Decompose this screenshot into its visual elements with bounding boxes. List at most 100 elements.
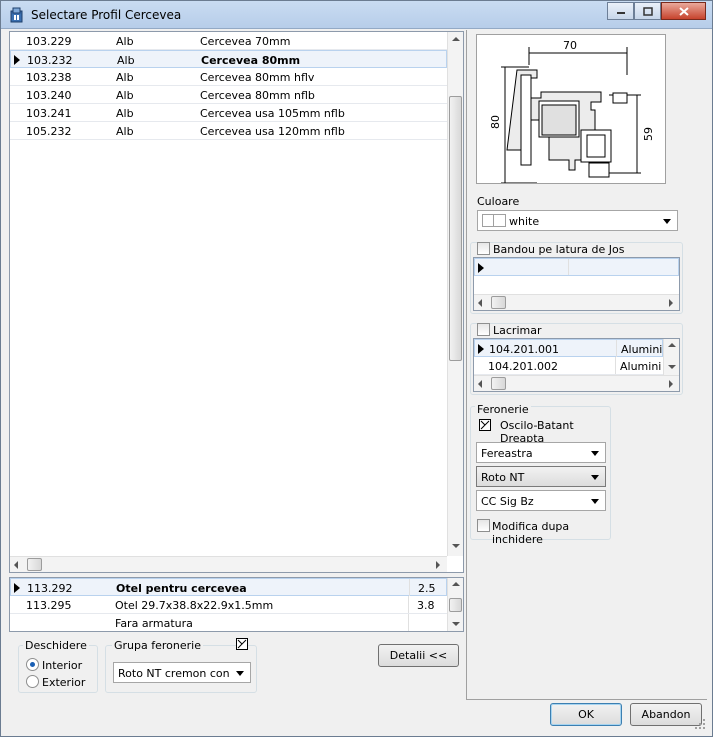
grupa-feronerie-combo[interactable]: Roto NT cremon constant: [113, 662, 251, 683]
combo-value: Fereastra: [481, 447, 533, 460]
table-row[interactable]: 103.241 Alb Cercevea usa 105mm nflb: [10, 104, 447, 122]
scroll-up-icon[interactable]: [668, 343, 676, 347]
culoare-combo[interactable]: white: [477, 210, 678, 231]
table-row[interactable]: 104.201.001 Aluminiu p: [474, 339, 663, 357]
scroll-right-icon[interactable]: [436, 561, 440, 569]
dialog-window: Selectare Profil Cercevea 103.229 Alb Cerc…: [0, 0, 713, 737]
lacrimar-hscrollbar[interactable]: [474, 375, 679, 391]
lacrimar-grid: 104.201.001 Aluminiu p 104.201.002 Aluminiu…: [473, 338, 680, 392]
profiles-hscrollbar[interactable]: [10, 556, 447, 572]
scroll-thumb[interactable]: [449, 598, 462, 612]
bandou-checkbox[interactable]: [477, 242, 490, 255]
hardware-icon[interactable]: [479, 419, 491, 431]
lacrimar-label[interactable]: Lacrimar: [493, 324, 544, 337]
cancel-button[interactable]: Abandon: [630, 703, 702, 726]
panel-splitter[interactable]: [466, 30, 467, 700]
profiles-vscrollbar[interactable]: [447, 32, 463, 556]
scroll-down-icon[interactable]: [452, 544, 460, 548]
ok-button[interactable]: OK: [550, 703, 622, 726]
combo-value: CC Sig Bz: [481, 495, 534, 508]
table-row[interactable]: Fara armatura: [10, 614, 447, 631]
cell-color: Alb: [116, 35, 134, 48]
table-row[interactable]: 105.232 Alb Cercevea usa 120mm nflb: [10, 122, 447, 140]
table-row[interactable]: [474, 258, 679, 276]
dim-inner-text: 59: [642, 127, 655, 141]
radio-exterior[interactable]: [26, 675, 39, 688]
feronerie-combo-3[interactable]: CC Sig Bz: [476, 490, 606, 511]
scroll-right-icon[interactable]: [669, 380, 673, 388]
scroll-up-icon[interactable]: [452, 37, 460, 41]
cell-code: 104.201.001: [489, 343, 559, 356]
scroll-up-icon[interactable]: [452, 582, 460, 586]
scroll-thumb-h[interactable]: [491, 377, 506, 390]
lacrimar-checkbox[interactable]: [477, 323, 490, 336]
cell-name: Fara armatura: [115, 617, 193, 630]
color-swatch: [482, 214, 506, 227]
feronerie-combo-1[interactable]: Fereastra: [476, 442, 606, 463]
culoare-value: white: [509, 215, 540, 228]
scroll-thumb[interactable]: [449, 96, 462, 361]
dropdown-icon: [591, 475, 599, 480]
scroll-right-icon[interactable]: [669, 299, 673, 307]
minimize-icon: [616, 12, 625, 14]
maximize-button[interactable]: [634, 2, 661, 20]
window-title: Selectare Profil Cercevea: [31, 8, 182, 22]
hardware-icon[interactable]: [236, 638, 248, 650]
cell-color: Alb: [116, 125, 134, 138]
cell-name: Otel pentru cercevea: [116, 582, 247, 595]
cell-code: 113.292: [27, 582, 73, 595]
scroll-down-icon[interactable]: [452, 622, 460, 626]
table-row[interactable]: 103.229 Alb Cercevea 70mm: [10, 32, 447, 50]
cell-code: 105.232: [26, 125, 72, 138]
cell-value: 2.5: [418, 582, 436, 595]
table-row[interactable]: 113.292 Otel pentru cercevea 2.5: [10, 578, 447, 596]
scroll-left-icon[interactable]: [14, 561, 18, 569]
dim-width-text: 70: [563, 39, 577, 52]
feronerie-label: Feronerie: [475, 403, 531, 416]
row-divider: [408, 596, 409, 613]
table-row[interactable]: 103.232 Alb Cercevea 80mm: [10, 50, 447, 68]
close-icon: [678, 6, 689, 16]
cell-name: Otel 29.7x38.8x22.9x1.5mm: [115, 599, 274, 612]
deschidere-group: Deschidere Interior Exterior: [18, 639, 98, 693]
grupa-feronerie-label: Grupa feronerie: [112, 639, 203, 652]
radio-exterior-label[interactable]: Exterior: [42, 676, 85, 689]
dropdown-icon: [663, 219, 671, 224]
table-row[interactable]: 103.238 Alb Cercevea 80mm hflv: [10, 68, 447, 86]
feronerie-group: Feronerie Oscilo-Batant Dreapta Fereastr…: [470, 403, 611, 546]
bandou-label[interactable]: Bandou pe latura de Jos: [493, 243, 627, 256]
scroll-left-icon[interactable]: [478, 299, 482, 307]
color-swatch-divider: [493, 214, 494, 227]
scroll-thumb-h[interactable]: [491, 296, 506, 309]
title-bar[interactable]: Selectare Profil Cercevea: [1, 1, 712, 29]
modify-label[interactable]: Modifica dupa inchidere: [492, 520, 610, 546]
close-button[interactable]: [661, 2, 706, 20]
maximize-icon: [642, 6, 653, 16]
modify-checkbox[interactable]: [477, 519, 490, 532]
resize-grip-icon[interactable]: [694, 718, 706, 730]
table-row[interactable]: 113.295 Otel 29.7x38.8x22.9x1.5mm 3.8: [10, 596, 447, 614]
row-indicator-icon: [14, 55, 20, 65]
deschidere-label: Deschidere: [23, 639, 89, 652]
scroll-thumb-h[interactable]: [27, 558, 42, 571]
scroll-down-icon[interactable]: [668, 365, 676, 369]
table-row[interactable]: 103.240 Alb Cercevea 80mm nflb: [10, 86, 447, 104]
cell-code: 103.232: [27, 54, 73, 67]
radio-interior-label[interactable]: Interior: [42, 659, 82, 672]
scroll-left-icon[interactable]: [478, 380, 482, 388]
cell-name: Cercevea usa 120mm nflb: [200, 125, 345, 138]
row-indicator-icon: [14, 583, 20, 593]
feronerie-combo-2[interactable]: Roto NT: [476, 466, 606, 487]
radio-interior[interactable]: [26, 658, 39, 671]
cell-code: 103.241: [26, 107, 72, 120]
bandou-hscrollbar[interactable]: [474, 294, 679, 310]
lacrimar-vscrollbar[interactable]: [663, 339, 679, 375]
dropdown-icon: [591, 499, 599, 504]
table-row[interactable]: 104.201.002 Aluminiu p: [474, 357, 663, 375]
cell-color: Alb: [117, 54, 135, 67]
details-button[interactable]: Detalii <<: [378, 644, 459, 667]
reinforcement-vscrollbar[interactable]: [447, 578, 463, 631]
row-divider: [568, 259, 569, 275]
profiles-grid: 103.229 Alb Cercevea 70mm 103.232 Alb Cerceve…: [9, 31, 464, 573]
minimize-button[interactable]: [607, 2, 634, 20]
